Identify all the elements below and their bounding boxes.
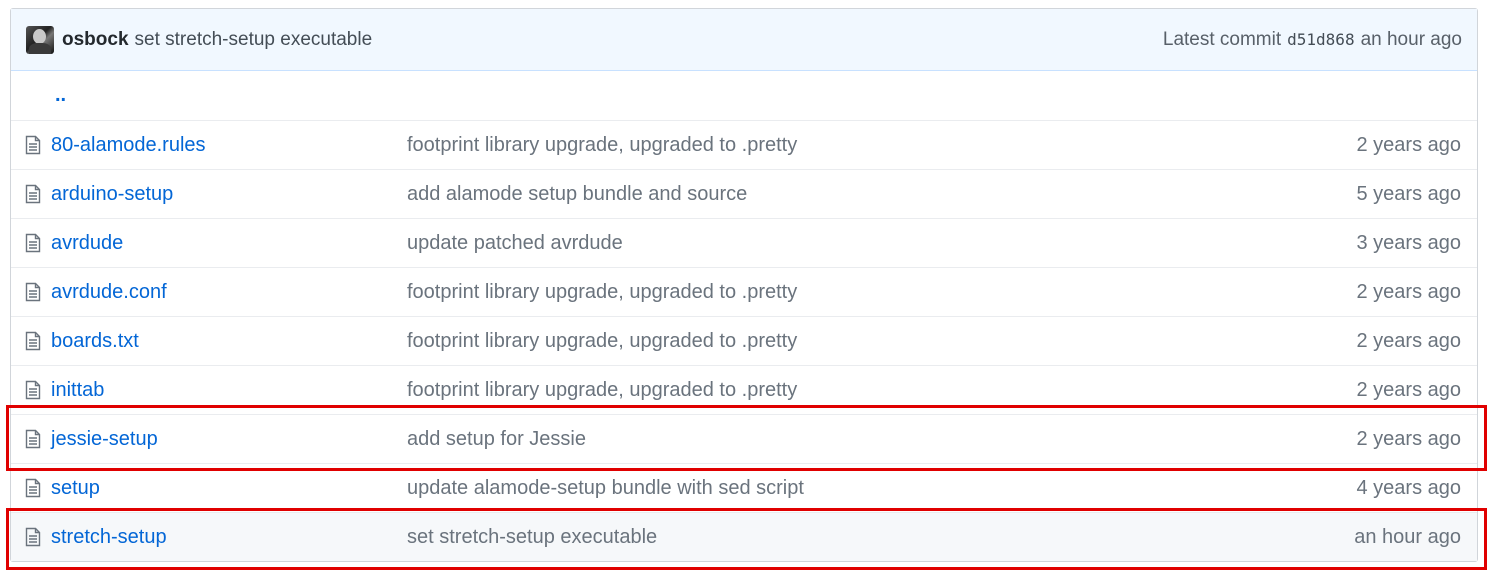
file-row[interactable]: stretch-setup set stretch-setup executabl… [11, 512, 1477, 561]
file-age: 4 years ago [1356, 476, 1461, 499]
file-commit-message-link[interactable]: update alamode-setup bundle with sed scr… [407, 477, 1356, 500]
file-age: 2 years ago [1356, 329, 1461, 352]
file-age: 3 years ago [1356, 231, 1461, 254]
file-row[interactable]: avrdude.conf footprint library upgrade, u… [11, 267, 1477, 316]
file-commit-message-link[interactable]: add alamode setup bundle and source [407, 183, 1356, 206]
parent-directory-link[interactable]: .. [55, 84, 66, 107]
file-name-link[interactable]: arduino-setup [51, 183, 407, 206]
file-name-link[interactable]: setup [51, 477, 407, 500]
file-icon [25, 478, 43, 498]
file-row[interactable]: 80-alamode.rules footprint library upgrad… [11, 120, 1477, 169]
file-icon [25, 527, 43, 547]
commit-age: an hour ago [1360, 28, 1462, 50]
commit-author[interactable]: osbock [62, 29, 129, 51]
file-icon [25, 282, 43, 302]
file-commit-message-link[interactable]: set stretch-setup executable [407, 526, 1354, 549]
file-commit-message-link[interactable]: footprint library upgrade, upgraded to .… [407, 134, 1356, 157]
file-browser: osbock set stretch-setup executable Late… [10, 8, 1478, 562]
file-commit-message-link[interactable]: footprint library upgrade, upgraded to .… [407, 281, 1356, 304]
avatar[interactable] [26, 25, 54, 54]
file-name-link[interactable]: boards.txt [51, 330, 407, 353]
file-name-link[interactable]: jessie-setup [51, 428, 407, 451]
file-icon [25, 184, 43, 204]
file-age: 5 years ago [1356, 182, 1461, 205]
file-name-link[interactable]: stretch-setup [51, 526, 407, 549]
file-icon [25, 331, 43, 351]
commit-sha[interactable]: d51d868 [1287, 30, 1354, 49]
file-age: 2 years ago [1356, 280, 1461, 303]
file-commit-message-link[interactable]: footprint library upgrade, upgraded to .… [407, 330, 1356, 353]
file-name-link[interactable]: avrdude [51, 232, 407, 255]
file-icon [25, 429, 43, 449]
file-icon [25, 135, 43, 155]
latest-commit-bar: osbock set stretch-setup executable Late… [11, 9, 1477, 71]
file-name-link[interactable]: avrdude.conf [51, 281, 407, 304]
file-row[interactable]: avrdude update patched avrdude 3 years ago [11, 218, 1477, 267]
file-name-link[interactable]: inittab [51, 379, 407, 402]
file-row[interactable]: arduino-setup add alamode setup bundle an… [11, 169, 1477, 218]
file-age: 2 years ago [1356, 427, 1461, 450]
file-row[interactable]: setup update alamode-setup bundle with se… [11, 463, 1477, 512]
file-row[interactable]: inittab footprint library upgrade, upgrad… [11, 365, 1477, 414]
file-commit-message-link[interactable]: update patched avrdude [407, 232, 1356, 255]
latest-commit-label: Latest commit [1162, 28, 1282, 50]
file-icon [25, 233, 43, 253]
file-commit-message-link[interactable]: add setup for Jessie [407, 428, 1356, 451]
file-commit-message-link[interactable]: footprint library upgrade, upgraded to .… [407, 379, 1356, 402]
file-icon [25, 380, 43, 400]
file-name-link[interactable]: 80-alamode.rules [51, 134, 407, 157]
file-age: 2 years ago [1356, 133, 1461, 156]
commit-message[interactable]: set stretch-setup executable [135, 29, 373, 51]
parent-directory-row[interactable]: .. [11, 71, 1477, 120]
file-row[interactable]: jessie-setup add setup for Jessie 2 years … [11, 414, 1477, 463]
file-age: an hour ago [1354, 525, 1461, 548]
file-row[interactable]: boards.txt footprint library upgrade, upg… [11, 316, 1477, 365]
file-age: 2 years ago [1356, 378, 1461, 401]
